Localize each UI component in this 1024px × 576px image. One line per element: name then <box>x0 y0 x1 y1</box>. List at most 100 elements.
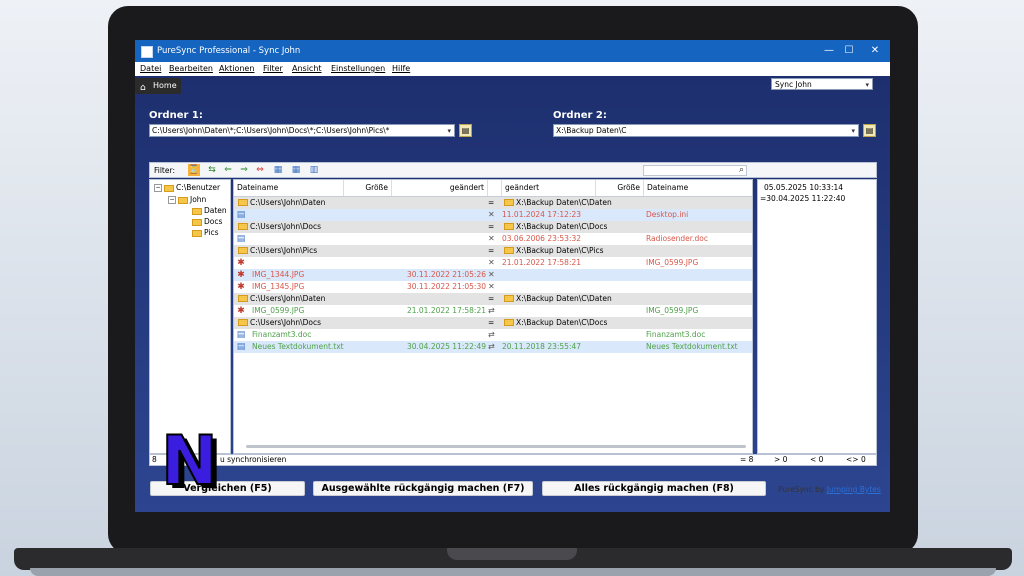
menu-datei[interactable]: Datei <box>140 64 161 73</box>
folder1-path-value: C:\Users\John\Daten\*;C:\Users\John\Docs… <box>152 126 390 135</box>
equal-mark: = <box>488 222 495 231</box>
maximize-button[interactable]: ☐ <box>840 43 858 59</box>
n-logo-letter: N <box>161 432 218 492</box>
folder1-browse-button[interactable]: ▤ <box>459 124 472 137</box>
col-changed-left[interactable]: geändert <box>392 180 488 196</box>
filter-funnel-icon[interactable]: ⏳ <box>188 164 200 176</box>
col-size-left[interactable]: Größe <box>344 180 392 196</box>
view-left-icon[interactable]: ▦ <box>272 164 284 176</box>
profile-select[interactable]: Sync John ▾ <box>771 78 873 90</box>
sync-both-icon[interactable]: ⇆ <box>206 164 218 176</box>
delete-mark-icon[interactable]: ✕ <box>488 257 495 269</box>
table-row[interactable]: ▤ ✕ 03.06.2006 23:53:32 Radiosender.doc <box>234 233 752 245</box>
folder-row[interactable]: C:\Users\John\Daten = X:\Backup Daten\C\Da… <box>234 197 752 209</box>
file-name-right: Finanzamt3.doc <box>646 330 706 339</box>
menu-bearbeiten[interactable]: Bearbeiten <box>169 64 213 73</box>
folder2-path-input[interactable]: X:\Backup Daten\C ▾ <box>553 124 859 137</box>
info-line-2: =30.04.2025 11:22:40 <box>760 194 846 203</box>
status-count: 8 <box>152 455 157 464</box>
file-name-right: Desktop.ini <box>646 210 689 219</box>
status-greater: > 0 <box>774 455 788 464</box>
folder-row[interactable]: C:\Users\John\Pics = X:\Backup Daten\C\Pic… <box>234 245 752 257</box>
tree-child-label: Pics <box>204 228 219 237</box>
delete-mark-icon[interactable]: ✕ <box>488 281 495 293</box>
table-row[interactable]: ✱ IMG_1345.JPG 30.11.2022 21:05:30 ✕ <box>234 281 752 293</box>
title-bar: PureSync Professional - Sync John — ☐ ✕ <box>135 40 890 62</box>
minimize-button[interactable]: — <box>820 43 838 59</box>
table-row[interactable]: ✱ ✕ 21.01.2022 17:58:21 IMG_0599.JPG <box>234 257 752 269</box>
view-split-icon[interactable]: ▥ <box>308 164 320 176</box>
menu-filter[interactable]: Filter <box>263 64 283 73</box>
chevron-down-icon: ▾ <box>447 127 451 135</box>
tree-item-root[interactable]: − C:\Benutzer <box>154 183 220 192</box>
file-name-left: Finanzamt3.doc <box>252 330 312 339</box>
menu-aktionen[interactable]: Aktionen <box>219 64 254 73</box>
laptop-shadow <box>30 568 996 576</box>
col-name-left[interactable]: Dateiname <box>234 180 344 196</box>
table-row[interactable]: ✱ IMG_1344.JPG 30.11.2022 21:05:26 ✕ <box>234 269 752 281</box>
tree-item-docs[interactable]: Docs <box>192 217 222 226</box>
arrow-left-icon[interactable]: ⇐ <box>222 164 234 176</box>
sync-mark-icon[interactable]: ⇄ <box>488 329 495 341</box>
status-less: < 0 <box>810 455 824 464</box>
undo-selected-button[interactable]: Ausgewählte rückgängig machen (F7) <box>313 481 533 496</box>
sync-mark-icon[interactable]: ⇄ <box>488 341 495 353</box>
home-tab-label: Home <box>153 81 177 90</box>
delete-mark-icon[interactable]: ✕ <box>488 209 495 221</box>
folder-icon <box>164 184 174 192</box>
close-button[interactable]: ✕ <box>866 43 884 59</box>
folder-path-right: X:\Backup Daten\C\Daten <box>516 198 612 207</box>
delete-mark-icon[interactable]: ✕ <box>488 233 495 245</box>
horizontal-scrollbar[interactable] <box>246 445 746 448</box>
col-name-right[interactable]: Dateiname <box>644 180 752 196</box>
file-name-left: Neues Textdokument.txt <box>252 342 344 351</box>
file-name-left: IMG_1344.JPG <box>252 270 305 279</box>
arrow-both-icon[interactable]: ⇔ <box>254 164 266 176</box>
folder-path-left: C:\Users\John\Docs <box>250 222 322 231</box>
table-row[interactable]: ▤ Finanzamt3.doc ⇄ Finanzamt3.doc <box>234 329 752 341</box>
tree-item-user[interactable]: − John <box>168 195 206 204</box>
folder1-path-input[interactable]: C:\Users\John\Daten\*;C:\Users\John\Docs… <box>149 124 455 137</box>
tree-item-pics[interactable]: Pics <box>192 228 218 237</box>
folder-row[interactable]: C:\Users\John\Daten = X:\Backup Daten\C\Da… <box>234 293 752 305</box>
folder-icon <box>238 295 248 302</box>
folder-path-left: C:\Users\John\Pics <box>250 246 318 255</box>
table-row[interactable]: ✱ IMG_0599.JPG 21.01.2022 17:58:21 ⇄ IMG_059… <box>234 305 752 317</box>
folder-icon <box>504 223 514 230</box>
date-left: 30.11.2022 21:05:30 <box>406 282 486 291</box>
credit: PureSync by Jumping Bytes <box>778 485 881 494</box>
folder2-browse-button[interactable]: ▤ <box>863 124 876 137</box>
menu-einstellungen[interactable]: Einstellungen <box>331 64 385 73</box>
sync-mark-icon[interactable]: ⇄ <box>488 305 495 317</box>
file-name-right: Radiosender.doc <box>646 234 708 243</box>
jumping-bytes-link[interactable]: Jumping Bytes <box>827 485 881 494</box>
document-file-icon: ▤ <box>236 210 246 220</box>
tree-child-label: Docs <box>204 217 223 226</box>
tree-item-daten[interactable]: Daten <box>192 206 227 215</box>
filter-search-input[interactable]: ⌕ <box>643 165 747 176</box>
home-tab[interactable]: ⌂ Home <box>135 78 181 94</box>
folder-icon <box>238 199 248 206</box>
date-left: 30.04.2025 11:22:49 <box>406 342 486 351</box>
folder-row[interactable]: C:\Users\John\Docs = X:\Backup Daten\C\Doc… <box>234 221 752 233</box>
info-line-1: 05.05.2025 10:33:14 <box>764 183 844 192</box>
delete-mark-icon[interactable]: ✕ <box>488 269 495 281</box>
menu-hilfe[interactable]: Hilfe <box>392 64 410 73</box>
table-row[interactable]: ▤ ✕ 11.01.2024 17:12:23 Desktop.ini <box>234 209 752 221</box>
credit-prefix: PureSync by <box>778 485 825 494</box>
table-row[interactable]: ▤ Neues Textdokument.txt 30.04.2025 11:22:… <box>234 341 752 353</box>
folder-icon <box>238 223 248 230</box>
menu-ansicht[interactable]: Ansicht <box>292 64 322 73</box>
undo-all-button[interactable]: Alles rückgängig machen (F8) <box>542 481 766 496</box>
document-file-icon: ▤ <box>236 234 246 244</box>
folder-icon <box>504 319 514 326</box>
image-file-icon: ✱ <box>237 282 245 292</box>
app-window: PureSync Professional - Sync John — ☐ ✕ … <box>135 40 890 512</box>
arrow-right-icon[interactable]: ⇒ <box>238 164 250 176</box>
date-right: 11.01.2024 17:12:23 <box>502 210 582 219</box>
folder-row[interactable]: C:\Users\John\Docs = X:\Backup Daten\C\Doc… <box>234 317 752 329</box>
folder-icon <box>178 196 188 204</box>
col-changed-right[interactable]: geändert <box>502 180 596 196</box>
view-right-icon[interactable]: ▦ <box>290 164 302 176</box>
col-size-right[interactable]: Größe <box>596 180 644 196</box>
